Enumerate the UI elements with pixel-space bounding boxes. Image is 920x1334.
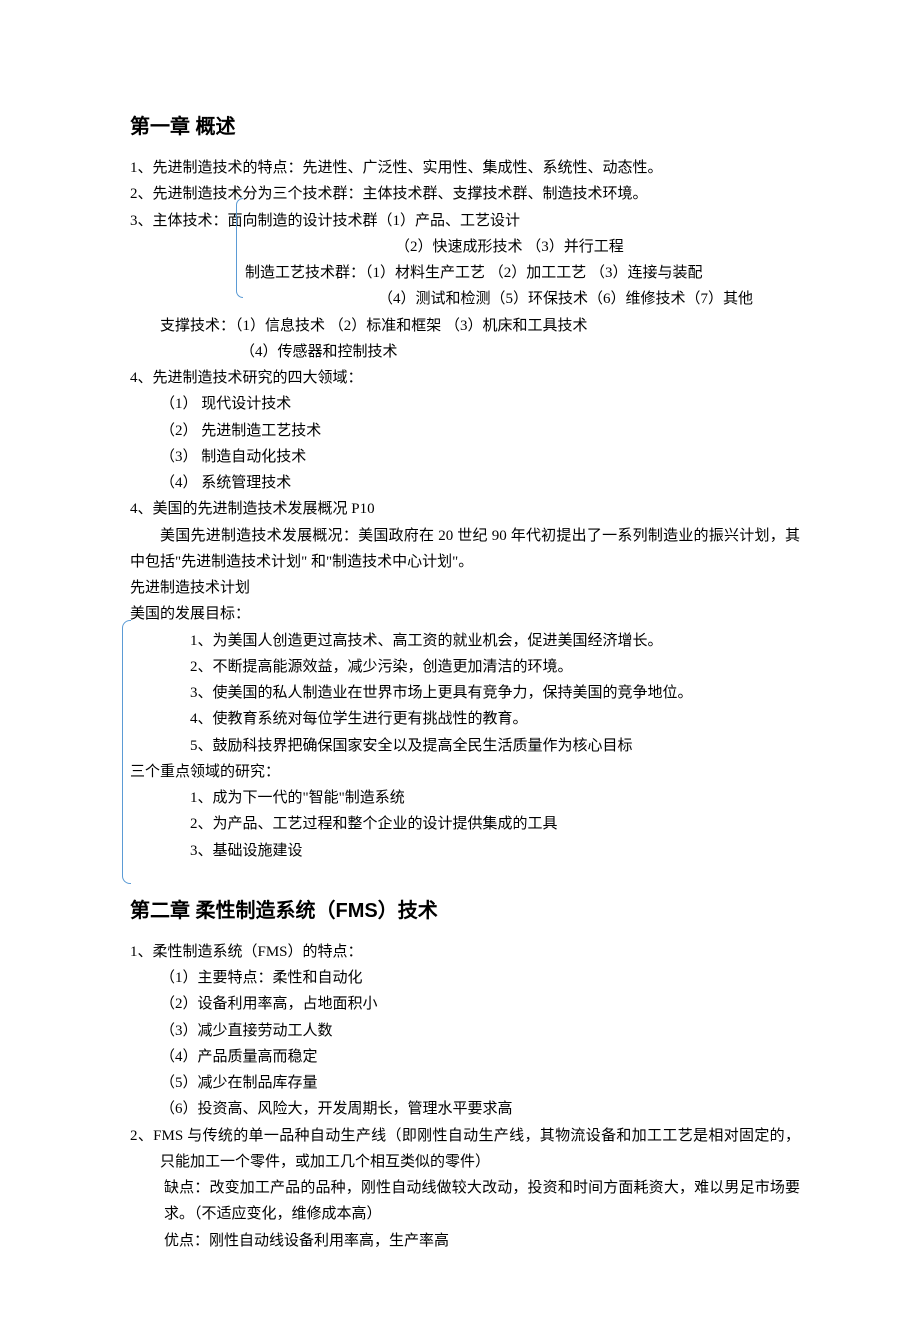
list-item: （4）产品质量高而稳定 bbox=[130, 1044, 800, 1070]
list-item: 1、成为下一代的"智能"制造系统 bbox=[130, 785, 800, 811]
ch2-p2-a: 2、FMS 与传统的单一品种自动生产线（即刚性自动生产线，其物流设备和加工工艺是… bbox=[130, 1123, 800, 1176]
list-item: 3、使美国的私人制造业在世界市场上更具有竞争力，保持美国的竞争地位。 bbox=[130, 680, 800, 706]
ch1-p3-c: 制造工艺技术群：（1）材料生产工艺 （2）加工工艺 （3）连接与装配 bbox=[130, 260, 800, 286]
list-item: 1、为美国人创造更过高技术、高工资的就业机会，促进美国经济增长。 bbox=[130, 628, 800, 654]
ch1-p3-f: （4）传感器和控制技术 bbox=[130, 339, 800, 365]
ch1-p5-field-head: 三个重点领域的研究： bbox=[130, 759, 800, 785]
ch1-p2: 2、先进制造技术分为三个技术群：主体技术群、支撑技术群、制造技术环境。 bbox=[130, 181, 800, 207]
list-item: 3、基础设施建设 bbox=[130, 838, 800, 864]
list-item: （2）设备利用率高，占地面积小 bbox=[130, 991, 800, 1017]
chapter2-title: 第二章 柔性制造系统（FMS）技术 bbox=[130, 894, 800, 929]
ch1-p3-line1: 3、主体技术：面向制造的设计技术群（1）产品、工艺设计 bbox=[130, 208, 800, 234]
ch1-p3-b: （2）快速成形技术 （3）并行工程 bbox=[130, 234, 800, 260]
brace-left-1 bbox=[236, 198, 243, 298]
ch1-p4-head: 4、先进制造技术研究的四大领域： bbox=[130, 365, 800, 391]
list-item: 5、鼓励科技界把确保国家安全以及提高全民生活质量作为核心目标 bbox=[130, 733, 800, 759]
ch1-p5-body: 美国先进制造技术发展概况：美国政府在 20 世纪 90 年代初提出了一系列制造业… bbox=[130, 523, 800, 576]
list-item: （3）减少直接劳动工人数 bbox=[130, 1018, 800, 1044]
list-item: （6）投资高、风险大，开发周期长，管理水平要求高 bbox=[130, 1096, 800, 1122]
ch2-p2-c: 优点：刚性自动线设备利用率高，生产率高 bbox=[130, 1228, 800, 1254]
ch2-p1-head: 1、柔性制造系统（FMS）的特点： bbox=[130, 939, 800, 965]
ch1-p5: 4、美国的先进制造技术发展概况 P10 bbox=[130, 496, 800, 522]
ch1-p3-d: （4）测试和检测（5）环保技术（6）维修技术（7）其他 bbox=[130, 286, 800, 312]
ch1-p3-lead: 3、主体技术： bbox=[130, 213, 228, 229]
list-item: （2） 先进制造工艺技术 bbox=[130, 418, 800, 444]
document-page: 第一章 概述 1、先进制造技术的特点：先进性、广泛性、实用性、集成性、系统性、动… bbox=[0, 0, 920, 1334]
list-item: （1）主要特点：柔性和自动化 bbox=[130, 965, 800, 991]
ch2-p2-b: 缺点：改变加工产品的品种，刚性自动线做较大改动，投资和时间方面耗资大，难以男足市… bbox=[130, 1175, 800, 1228]
ch1-p5-plan: 先进制造技术计划 bbox=[130, 575, 800, 601]
ch1-p3-a: 面向制造的设计技术群（1）产品、工艺设计 bbox=[228, 213, 521, 229]
list-item: 2、不断提高能源效益，减少污染，创造更加清洁的环境。 bbox=[130, 654, 800, 680]
list-item: （3） 制造自动化技术 bbox=[130, 444, 800, 470]
ch1-p3-e: 支撑技术：（1）信息技术 （2）标准和框架 （3）机床和工具技术 bbox=[130, 313, 800, 339]
list-item: 4、使教育系统对每位学生进行更有挑战性的教育。 bbox=[130, 706, 800, 732]
brace-left-2 bbox=[122, 620, 131, 884]
list-item: （1） 现代设计技术 bbox=[130, 391, 800, 417]
ch1-p1: 1、先进制造技术的特点：先进性、广泛性、实用性、集成性、系统性、动态性。 bbox=[130, 155, 800, 181]
ch1-p5-goal-head: 美国的发展目标： bbox=[130, 601, 800, 627]
list-item: 2、为产品、工艺过程和整个企业的设计提供集成的工具 bbox=[130, 811, 800, 837]
list-item: （4） 系统管理技术 bbox=[130, 470, 800, 496]
list-item: （5）减少在制品库存量 bbox=[130, 1070, 800, 1096]
chapter1-title: 第一章 概述 bbox=[130, 110, 800, 145]
